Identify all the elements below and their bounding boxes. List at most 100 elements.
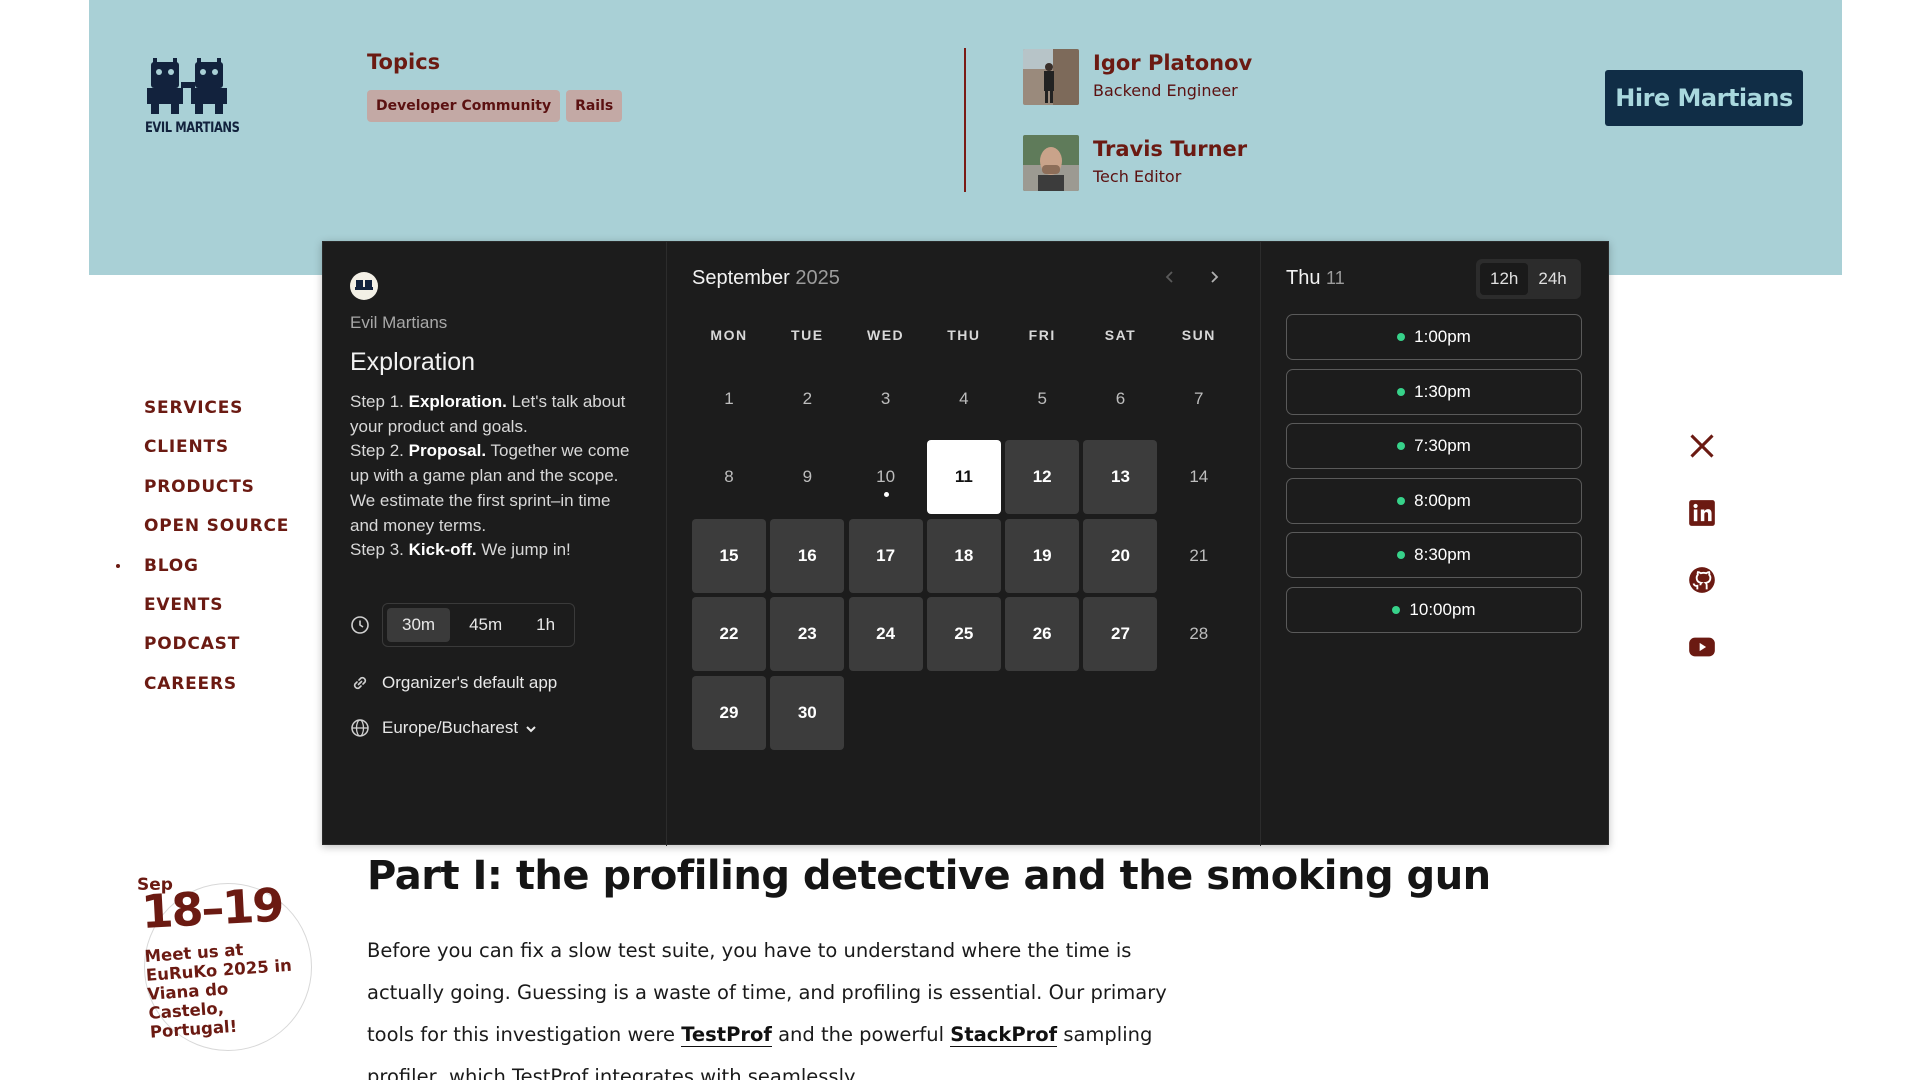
time-slot-button[interactable]: 10:00pm [1286, 586, 1582, 633]
day-number: 28 [1189, 624, 1209, 644]
x-icon[interactable] [1688, 432, 1716, 460]
hire-martians-button[interactable]: Hire Martians [1605, 70, 1803, 126]
day-number: 8 [724, 467, 734, 487]
day-number: 30 [797, 702, 817, 722]
author-igor[interactable]: Igor Platonov Backend Engineer [1023, 49, 1252, 105]
duration-30m[interactable]: 30m [387, 608, 451, 642]
time-slot-button[interactable]: 1:30pm [1286, 368, 1582, 415]
calendar-day[interactable]: 16 [770, 518, 845, 593]
logo-wordmark: EVIL MARTIANS [145, 120, 240, 136]
availability-dot [1397, 442, 1406, 451]
badge-days: 18–19 [140, 877, 284, 939]
desc-bold: Exploration. [408, 392, 507, 411]
weekday: THU [947, 327, 981, 343]
duration-45m[interactable]: 45m [454, 608, 517, 642]
testprof-link[interactable]: TestProf [681, 1023, 772, 1047]
clock-icon [350, 615, 370, 635]
desc-text: Step 3. [350, 540, 409, 560]
day-number: 7 [1194, 389, 1204, 408]
event-badge[interactable]: Sep 18–19 Meet us at EuRuKo 2025 in Vian… [134, 875, 314, 1055]
calendar-day[interactable]: 18 [926, 518, 1001, 593]
time-slots-panel: Thu 11 12h 24h 1:00pm 1:30pm 7:30pm 8:00pm 8… [1261, 242, 1610, 846]
time-slot-button[interactable]: 1:00pm [1286, 314, 1582, 360]
calendar-day: 10 [849, 440, 923, 514]
availability-dot [1397, 387, 1406, 396]
calendar-day[interactable]: 19 [1005, 518, 1080, 593]
time-slot-list: 1:00pm 1:30pm 7:30pm 8:00pm 8:30pm 10:00pm [1286, 314, 1582, 642]
badge-text: Meet us at EuRuKo 2025 in Viana do Caste… [144, 940, 293, 1042]
slot-time: 7:30pm [1414, 436, 1471, 456]
format-12h[interactable]: 12h [1480, 263, 1529, 295]
slot-time: 8:00pm [1414, 490, 1471, 510]
weekday: SAT [1104, 327, 1137, 343]
calendar-day[interactable]: 11 [926, 440, 1001, 515]
calendar-day[interactable]: 26 [1005, 597, 1080, 672]
duration-selector: 30m 45m 1h [382, 603, 576, 647]
duration-1h[interactable]: 1h [521, 608, 570, 642]
prev-month-icon[interactable] [1161, 268, 1179, 286]
author-travis[interactable]: Travis Turner Tech Editor [1023, 135, 1247, 191]
calendar-panel: September 2025 MON TUE WED THU FRI SAT S… [667, 242, 1261, 846]
nav-item-blog[interactable]: BLOG [116, 556, 289, 595]
author-role: Tech Editor [1093, 167, 1182, 186]
calendar-day[interactable]: 23 [770, 597, 845, 672]
time-slot-button[interactable]: 8:00pm [1286, 477, 1582, 524]
calendar-day[interactable]: 27 [1083, 597, 1158, 672]
time-slot-button[interactable]: 8:30pm [1286, 532, 1582, 579]
nav-item-services[interactable]: SERVICES [144, 398, 289, 437]
weekday: WED [867, 327, 905, 343]
availability-dot [1397, 333, 1406, 341]
author-photo [1023, 49, 1079, 105]
calendar-day[interactable]: 24 [848, 597, 923, 672]
calendar-day[interactable]: 17 [848, 518, 923, 593]
nav-item-open-source[interactable]: OPEN SOURCE [144, 516, 289, 555]
nav-item-clients[interactable]: CLIENTS [144, 437, 289, 476]
calendar-day: 6 [1083, 362, 1157, 436]
calendar-day[interactable]: 12 [1005, 440, 1080, 515]
author-name: Igor Platonov [1093, 51, 1253, 75]
page: EVIL MARTIANS Topics Developer Community… [0, 0, 1920, 1080]
organizer-avatar [350, 272, 378, 300]
calendar-day[interactable]: 22 [692, 597, 766, 672]
time-slot-button[interactable]: 7:30pm [1286, 423, 1582, 470]
timezone-row[interactable]: Europe/Bucharest [350, 718, 538, 738]
desc-bold: Kick-off. [408, 540, 477, 560]
calendar-day: 1 [692, 362, 766, 436]
author-name: Travis Turner [1093, 137, 1248, 161]
calendar-day[interactable]: 29 [692, 675, 766, 750]
selected-day-number: 11 [1326, 268, 1345, 288]
calendar-day[interactable]: 20 [1083, 518, 1158, 593]
slot-time: 1:00pm [1414, 327, 1471, 346]
next-month-icon[interactable] [1205, 268, 1223, 286]
article-heading: Part I: the profiling detective and the … [367, 853, 1491, 899]
day-number: 14 [1189, 467, 1209, 487]
nav-item-careers[interactable]: CAREERS [144, 674, 289, 713]
calendar-day[interactable]: 15 [692, 518, 766, 593]
tag-rails[interactable]: Rails [566, 90, 623, 122]
calendar-day[interactable]: 30 [770, 675, 845, 750]
nav-item-products[interactable]: PRODUCTS [144, 477, 289, 516]
format-24h[interactable]: 24h [1528, 263, 1576, 295]
tag-developer-community[interactable]: Developer Community [367, 90, 561, 122]
topics-heading: Topics [367, 50, 441, 74]
nav-item-podcast[interactable]: PODCAST [144, 634, 289, 673]
location-row: Organizer's default app [350, 673, 557, 693]
nav-item-events[interactable]: EVENTS [144, 595, 289, 634]
calendar-day: 7 [1162, 362, 1236, 436]
day-number: 20 [1111, 545, 1130, 565]
linkedin-icon[interactable] [1688, 499, 1716, 527]
day-number: 24 [876, 624, 896, 644]
day-number: 10 [876, 467, 896, 487]
slot-time: 1:30pm [1414, 381, 1471, 401]
youtube-icon[interactable] [1688, 633, 1716, 661]
calendar-day[interactable]: 13 [1083, 440, 1158, 515]
stackprof-link[interactable]: StackProf [950, 1023, 1058, 1047]
calendar-day[interactable]: 25 [926, 597, 1001, 672]
timezone-select[interactable]: Europe/Bucharest [382, 718, 518, 738]
today-indicator [883, 492, 889, 498]
day-number: 27 [1111, 624, 1130, 644]
github-icon[interactable] [1688, 566, 1716, 594]
calendar-day: 4 [927, 362, 1001, 436]
day-number: 2 [802, 389, 813, 408]
calendar-day: 3 [849, 362, 923, 436]
